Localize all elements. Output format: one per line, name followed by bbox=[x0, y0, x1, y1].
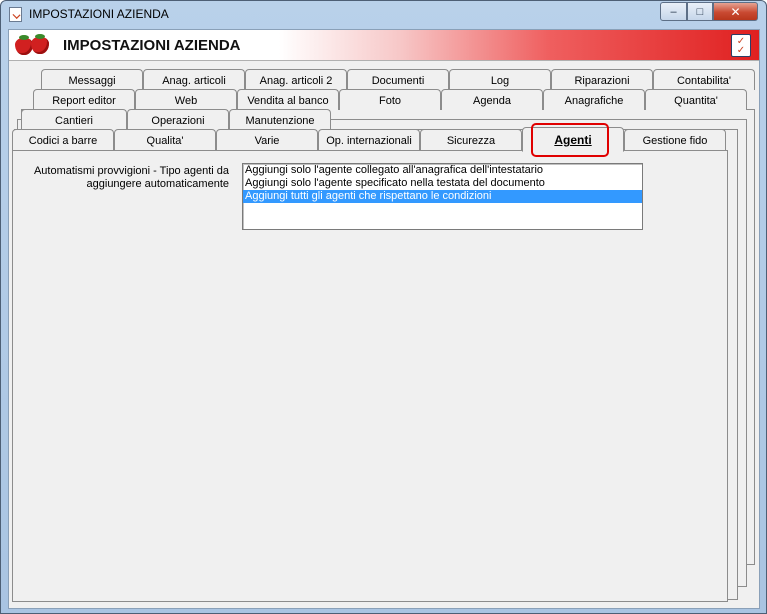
active-tab-highlight bbox=[531, 123, 609, 157]
tab-riparazioni[interactable]: Riparazioni bbox=[551, 69, 653, 90]
close-button[interactable]: ✕ bbox=[713, 2, 758, 21]
tab-manutenzione[interactable]: Manutenzione bbox=[229, 109, 331, 130]
tab-cantieri[interactable]: Cantieri bbox=[21, 109, 127, 130]
tab-sicurezza[interactable]: Sicurezza bbox=[420, 129, 522, 150]
tab-anag-articoli[interactable]: Anag. articoli bbox=[143, 69, 245, 90]
application-window: IMPOSTAZIONI AZIENDA – □ ✕ IMPOSTAZIONI … bbox=[0, 0, 767, 614]
tab-qualita[interactable]: Qualita' bbox=[114, 129, 216, 150]
tab-foto[interactable]: Foto bbox=[339, 89, 441, 110]
tab-documenti[interactable]: Documenti bbox=[347, 69, 449, 90]
client-area: IMPOSTAZIONI AZIENDA ✓ ✓ Messaggi Anag. a… bbox=[8, 29, 760, 609]
list-item[interactable]: Aggiungi solo l'agente specificato nella… bbox=[243, 177, 642, 190]
strawberries-logo bbox=[13, 34, 51, 55]
title-bar[interactable]: IMPOSTAZIONI AZIENDA – □ ✕ bbox=[1, 1, 766, 27]
tab-anag-articoli-2[interactable]: Anag. articoli 2 bbox=[245, 69, 347, 90]
tab-quantita[interactable]: Quantita' bbox=[645, 89, 747, 110]
tab-anagrafiche[interactable]: Anagrafiche bbox=[543, 89, 645, 110]
tab-report-editor[interactable]: Report editor bbox=[33, 89, 135, 110]
tab-gestione-fido[interactable]: Gestione fido bbox=[624, 129, 726, 150]
maximize-button[interactable]: □ bbox=[687, 2, 713, 21]
tab-agenda[interactable]: Agenda bbox=[441, 89, 543, 110]
list-item[interactable]: Aggiungi solo l'agente collegato all'ana… bbox=[243, 164, 642, 177]
provvigioni-field-label: Automatismi provvigioni - Tipo agenti da… bbox=[33, 165, 229, 190]
window-title: IMPOSTAZIONI AZIENDA bbox=[29, 7, 169, 21]
tab-contabilita[interactable]: Contabilita' bbox=[653, 69, 755, 90]
banner-title: IMPOSTAZIONI AZIENDA bbox=[63, 37, 241, 54]
tab-log[interactable]: Log bbox=[449, 69, 551, 90]
tab-messaggi[interactable]: Messaggi bbox=[41, 69, 143, 90]
tab-operazioni[interactable]: Operazioni bbox=[127, 109, 229, 130]
tab-web[interactable]: Web bbox=[135, 89, 237, 110]
tab-codici-a-barre[interactable]: Codici a barre bbox=[12, 129, 114, 150]
tab-op-internazionali[interactable]: Op. internazionali bbox=[318, 129, 420, 150]
minimize-button[interactable]: – bbox=[660, 2, 687, 21]
app-icon[interactable] bbox=[9, 7, 22, 22]
agent-type-listbox[interactable]: Aggiungi solo l'agente collegato all'ana… bbox=[242, 163, 643, 230]
header-banner: IMPOSTAZIONI AZIENDA ✓ ✓ bbox=[9, 30, 759, 61]
tab-varie[interactable]: Varie bbox=[216, 129, 318, 150]
checklist-icon[interactable]: ✓ ✓ bbox=[731, 34, 751, 57]
list-item-selected[interactable]: Aggiungi tutti gli agenti che rispettano… bbox=[243, 190, 642, 203]
tab-vendita-al-banco[interactable]: Vendita al banco bbox=[237, 89, 339, 110]
agenti-panel: Automatismi provvigioni - Tipo agenti da… bbox=[12, 150, 728, 602]
